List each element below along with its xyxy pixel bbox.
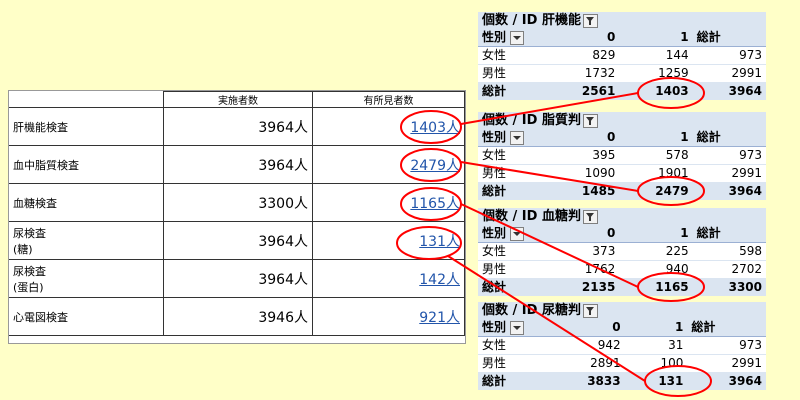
pivot-liver: 個数 / ID 肝機能 性別 0 1 総計 女性 829 144 973 男性 … xyxy=(478,12,766,100)
col-header-total: 総計 xyxy=(692,129,766,147)
table-row: 尿検査 (蛋白) 3964人 142人 xyxy=(9,259,465,298)
col-header-total: 総計 xyxy=(692,225,766,243)
row-header: 性別 xyxy=(482,226,507,240)
pivot-lipid: 個数 / ID 脂質判 性別 0 1 総計 女性 395 578 973 男性 … xyxy=(478,112,766,200)
table-row: 男性 2891 100 2991 xyxy=(478,354,766,373)
table-row: 肝機能検査 3964人 1403人 xyxy=(9,107,465,146)
filter-icon[interactable] xyxy=(582,113,598,128)
exam-summary-table: 実施者数 有所見者数 肝機能検査 3964人 1403人 血中脂質検査 3964… xyxy=(8,90,466,344)
table-row: 女性 942 31 973 xyxy=(478,336,766,355)
dropdown-icon[interactable] xyxy=(510,320,525,335)
findings-link[interactable]: 2479人 xyxy=(410,158,460,174)
table-row: 男性 1762 940 2702 xyxy=(478,260,766,279)
col-header-1: 1 xyxy=(619,129,693,147)
exam-name: 心電図検査 xyxy=(9,297,164,336)
total-row: 総計 2561 1403 3964 xyxy=(478,82,766,100)
col-header-1: 1 xyxy=(619,29,693,47)
dropdown-icon[interactable] xyxy=(510,30,525,45)
findings-link[interactable]: 131人 xyxy=(419,234,460,250)
examinee-count: 3300人 xyxy=(163,183,313,222)
table-row: 血中脂質検査 3964人 2479人 xyxy=(9,145,465,184)
total-row: 総計 3833 131 3964 xyxy=(478,372,766,390)
filter-icon[interactable] xyxy=(582,209,598,224)
filter-icon[interactable] xyxy=(582,303,598,318)
exam-name: 尿検査 (糖) xyxy=(9,221,164,260)
table-row: 男性 1090 1901 2991 xyxy=(478,164,766,183)
pivot-urine-glucose: 個数 / ID 尿糖判 性別 0 1 総計 女性 942 31 973 男性 2… xyxy=(478,302,766,390)
col-header-1: 1 xyxy=(624,319,688,337)
table-row: 女性 829 144 973 xyxy=(478,46,766,65)
exam-name: 尿検査 (蛋白) xyxy=(9,259,164,298)
header-findings: 有所見者数 xyxy=(312,91,465,108)
col-header-total: 総計 xyxy=(687,319,766,337)
table-row: 血糖検査 3300人 1165人 xyxy=(9,183,465,222)
examinee-count: 3964人 xyxy=(163,259,313,298)
findings-link[interactable]: 1165人 xyxy=(410,196,460,212)
dropdown-icon[interactable] xyxy=(510,226,525,241)
table-row: 尿検査 (糖) 3964人 131人 xyxy=(9,221,465,260)
row-header: 性別 xyxy=(482,30,507,44)
table-row: 女性 395 578 973 xyxy=(478,146,766,165)
pivot-title: 個数 / ID 肝機能 xyxy=(482,13,581,28)
examinee-count: 3964人 xyxy=(163,221,313,260)
findings-link[interactable]: 921人 xyxy=(419,310,460,326)
filter-icon[interactable] xyxy=(582,13,598,28)
pivot-glucose: 個数 / ID 血糖判 性別 0 1 総計 女性 373 225 598 男性 … xyxy=(478,208,766,296)
examinee-count: 3964人 xyxy=(163,107,313,146)
examinee-count: 3946人 xyxy=(163,297,313,336)
pivot-title: 個数 / ID 血糖判 xyxy=(482,209,581,224)
col-header-0: 0 xyxy=(546,129,620,147)
col-header-1: 1 xyxy=(619,225,693,243)
total-row: 総計 2135 1165 3300 xyxy=(478,278,766,296)
col-header-total: 総計 xyxy=(692,29,766,47)
findings-link[interactable]: 1403人 xyxy=(410,120,460,136)
col-header-0: 0 xyxy=(546,225,620,243)
examinee-count: 3964人 xyxy=(163,145,313,184)
table-row: 男性 1732 1259 2991 xyxy=(478,64,766,83)
table-row: 心電図検査 3946人 921人 xyxy=(9,297,465,336)
pivot-title: 個数 / ID 脂質判 xyxy=(482,113,581,128)
header-examinees: 実施者数 xyxy=(163,91,313,108)
col-header-0: 0 xyxy=(546,319,625,337)
pivot-title: 個数 / ID 尿糖判 xyxy=(482,303,581,318)
dropdown-icon[interactable] xyxy=(510,130,525,145)
findings-link[interactable]: 142人 xyxy=(419,272,460,288)
exam-name: 肝機能検査 xyxy=(9,107,164,146)
row-header: 性別 xyxy=(482,130,507,144)
summary-header-row: 実施者数 有所見者数 xyxy=(9,91,465,108)
exam-name: 血中脂質検査 xyxy=(9,145,164,184)
exam-name: 血糖検査 xyxy=(9,183,164,222)
col-header-0: 0 xyxy=(546,29,620,47)
total-row: 総計 1485 2479 3964 xyxy=(478,182,766,200)
row-header: 性別 xyxy=(482,320,507,334)
table-row: 女性 373 225 598 xyxy=(478,242,766,261)
